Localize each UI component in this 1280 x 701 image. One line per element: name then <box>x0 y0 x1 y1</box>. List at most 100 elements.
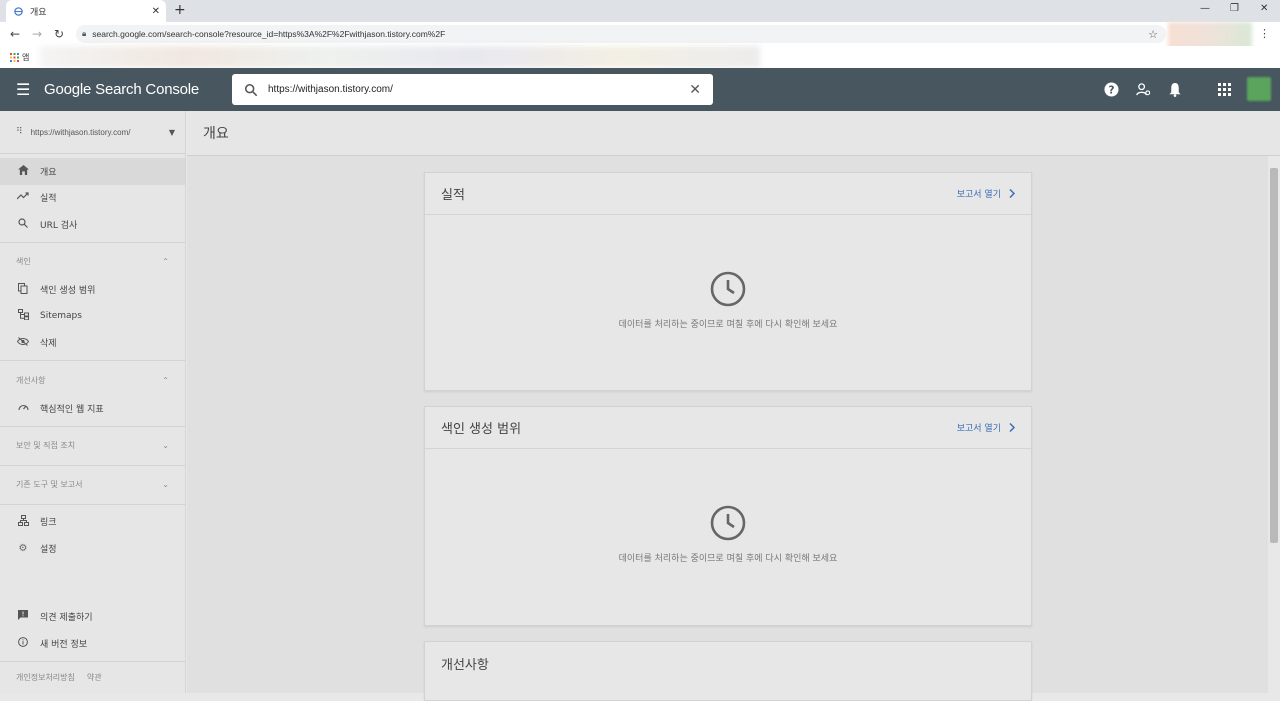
tab-close-icon[interactable]: ✕ <box>152 6 160 17</box>
divider <box>0 464 185 466</box>
chevron-down-icon: ⌄ <box>162 480 169 489</box>
sidebar-item-settings[interactable]: ⚙︎ 설정 <box>0 535 185 562</box>
scrollbar-thumb[interactable] <box>1270 168 1278 543</box>
sidebar-item-sitemaps[interactable]: Sitemaps <box>0 303 185 330</box>
sidebar-item-url-inspection[interactable]: URL 검사 <box>0 211 185 238</box>
browser-tabstrip: 개요 ✕ + — ❐ ✕ <box>0 0 1280 22</box>
google-apps-icon[interactable] <box>1215 80 1233 98</box>
browser-menu-icon[interactable]: ⋮ <box>1259 27 1270 40</box>
sidebar-item-feedback[interactable]: 의견 제출하기 <box>0 604 185 631</box>
sidebar-item-label: 새 버전 정보 <box>40 639 88 650</box>
sidebar-item-label: URL 검사 <box>40 220 78 231</box>
main-menu-icon[interactable]: ☰ <box>16 80 36 99</box>
sidebar-item-performance[interactable]: 실적 <box>0 185 185 212</box>
divider <box>0 503 185 505</box>
processing-message: 데이터를 처리하는 중이므로 며칠 후에 다시 확인해 보세요 <box>618 320 838 330</box>
sidebar-item-label: Sitemaps <box>40 311 82 322</box>
open-report-label: 보고서 열기 <box>956 190 1001 200</box>
speed-icon <box>16 402 30 415</box>
links-icon <box>16 514 30 529</box>
scrollbar[interactable] <box>1268 156 1280 693</box>
section-index[interactable]: 색인 ⌃ <box>0 247 185 277</box>
product-logo[interactable]: Google Search Console <box>44 81 199 98</box>
sidebar-item-label: 실적 <box>40 194 57 205</box>
apps-bookmark[interactable]: 앱 <box>10 52 29 63</box>
sidebar-item-overview[interactable]: 개요 <box>0 158 185 185</box>
forward-icon[interactable]: → <box>26 27 48 41</box>
manage-users-icon[interactable] <box>1134 80 1152 98</box>
section-label: 개선사항 <box>16 375 46 385</box>
terms-link[interactable]: 약관 <box>87 672 102 683</box>
performance-card: 실적 보고서 열기 데이터를 처리하는 중이므로 며칠 후에 다시 확인해 보세… <box>424 172 1032 391</box>
search-input[interactable] <box>268 84 668 95</box>
feedback-icon <box>16 610 30 623</box>
url-field[interactable]: 🔒︎ search.google.com/search-console?reso… <box>76 25 1166 43</box>
minimize-icon[interactable]: — <box>1200 3 1210 14</box>
section-label: 색인 <box>16 257 31 266</box>
browser-tab[interactable]: 개요 ✕ <box>6 0 166 22</box>
chevron-right-icon <box>1009 423 1015 432</box>
sidebar-item-core-web-vitals[interactable]: 핵심적인 웹 지표 <box>0 395 185 422</box>
clock-icon <box>710 271 746 307</box>
search-icon <box>244 83 258 96</box>
sidebar-item-label: 색인 생성 범위 <box>40 286 96 297</box>
app-header: ☰ Google Search Console ✕ ? <box>0 68 1280 111</box>
trending-up-icon <box>16 192 30 203</box>
sidebar-item-label: 링크 <box>40 518 57 529</box>
chevron-up-icon: ⌃ <box>162 375 169 385</box>
search-console-favicon-icon <box>12 5 24 17</box>
section-legacy[interactable]: 기존 도구 및 보고서 ⌄ <box>0 470 185 500</box>
clear-search-icon[interactable]: ✕ <box>689 82 701 98</box>
main-content: 실적 보고서 열기 데이터를 처리하는 중이므로 며칠 후에 다시 확인해 보세… <box>187 156 1268 701</box>
sidebar-item-label: 개요 <box>40 167 57 178</box>
sidebar-item-label: 의견 제출하기 <box>40 613 93 624</box>
property-selector[interactable]: ⠻ https://withjason.tistory.com/ ▼ <box>0 111 185 154</box>
restore-icon[interactable]: ❐ <box>1230 3 1239 14</box>
search-icon <box>16 218 30 231</box>
account-avatar[interactable] <box>1247 77 1271 101</box>
file-copy-icon <box>16 282 30 297</box>
sidebar-item-coverage[interactable]: 색인 생성 범위 <box>0 277 185 304</box>
sidebar-footer: 개인정보처리방침 약관 <box>0 661 186 693</box>
sidebar-item-label: 삭제 <box>40 339 57 350</box>
address-bar-row: ← → ↻ 🔒︎ search.google.com/search-consol… <box>0 22 1280 46</box>
divider <box>0 241 185 243</box>
tab-title: 개요 <box>30 7 47 18</box>
chevron-down-icon: ▼ <box>168 127 175 137</box>
reload-icon[interactable]: ↻ <box>48 27 70 41</box>
notifications-icon[interactable] <box>1166 80 1184 98</box>
processing-message: 데이터를 처리하는 중이므로 며칠 후에 다시 확인해 보세요 <box>618 554 838 564</box>
chevron-down-icon: ⌄ <box>162 441 169 450</box>
section-enhancements[interactable]: 개선사항 ⌃ <box>0 365 185 395</box>
card-title: 실적 <box>441 188 465 203</box>
info-icon <box>16 636 30 650</box>
privacy-link[interactable]: 개인정보처리방침 <box>16 672 75 683</box>
svg-text:?: ? <box>1108 84 1114 96</box>
lock-icon: 🔒︎ <box>82 29 87 38</box>
card-body: 데이터를 처리하는 중이므로 며칠 후에 다시 확인해 보세요 <box>425 449 1031 564</box>
sidebar-item-label: 핵심적인 웹 지표 <box>40 404 104 415</box>
card-title: 개선사항 <box>441 657 489 673</box>
bookmark-star-icon[interactable]: ☆ <box>1148 28 1158 41</box>
sidebar-item-removals[interactable]: 삭제 <box>0 330 185 357</box>
coverage-card: 색인 생성 범위 보고서 열기 데이터를 처리하는 중이므로 며칠 후에 다시 … <box>424 406 1032 626</box>
sidebar-item-label: 설정 <box>40 544 57 555</box>
section-security[interactable]: 보안 및 직접 조치 ⌄ <box>0 431 185 461</box>
open-report-link[interactable]: 보고서 열기 <box>957 421 1015 434</box>
window-close-icon[interactable]: ✕ <box>1260 3 1268 14</box>
new-tab-icon[interactable]: + <box>174 2 186 18</box>
sitemap-icon <box>16 309 30 323</box>
property-url: https://withjason.tistory.com/ <box>30 127 131 137</box>
help-icon[interactable]: ? <box>1102 80 1120 98</box>
open-report-label: 보고서 열기 <box>956 424 1001 434</box>
back-icon[interactable]: ← <box>4 27 26 41</box>
sidebar-item-links[interactable]: 링크 <box>0 509 185 536</box>
open-report-link[interactable]: 보고서 열기 <box>957 187 1015 200</box>
visibility-off-icon <box>16 336 30 349</box>
section-label: 보안 및 직접 조치 <box>16 441 76 450</box>
url-inspect-search[interactable]: ✕ <box>232 74 713 105</box>
settings-icon: ⚙︎ <box>18 542 28 554</box>
enhancements-card: 개선사항 <box>424 641 1032 701</box>
sidebar-item-whats-new[interactable]: 새 버전 정보 <box>0 630 185 657</box>
url-text: search.google.com/search-console?resourc… <box>92 29 446 39</box>
